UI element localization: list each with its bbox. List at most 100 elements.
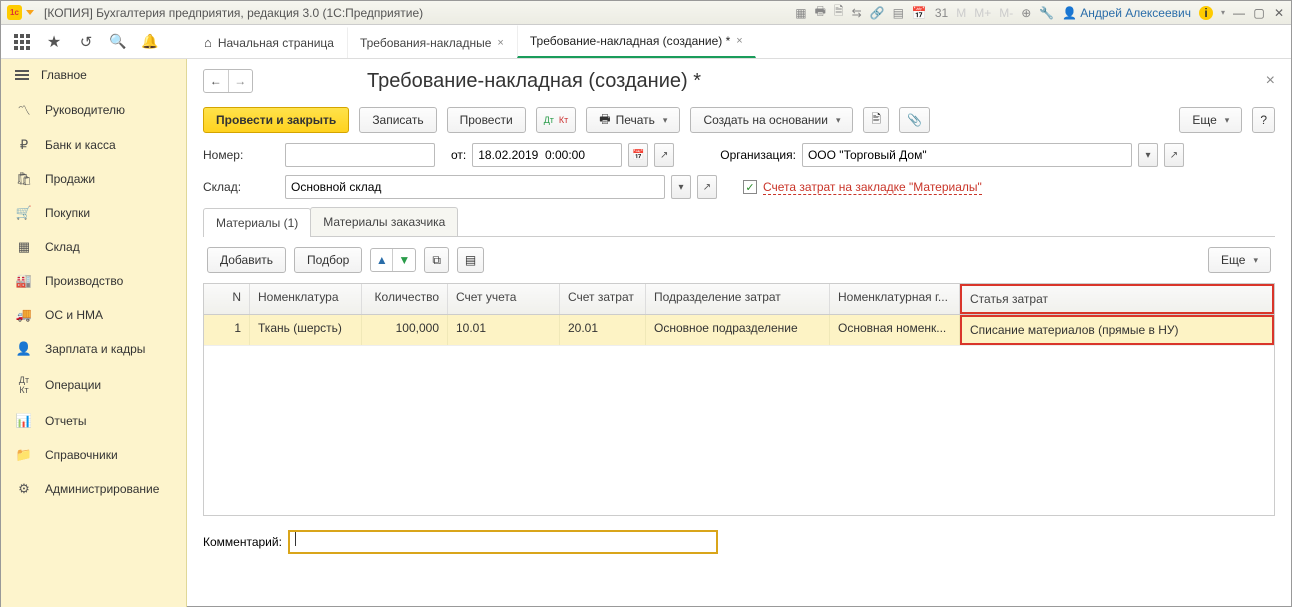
sidebar-item-operations[interactable]: ДтКтОперации	[1, 366, 186, 404]
print-icon[interactable]: 🖶	[815, 2, 826, 23]
col-header-cost-acc[interactable]: Счет затрат	[560, 284, 646, 314]
back-button[interactable]: ←	[204, 70, 229, 92]
sidebar-item-production[interactable]: 🏭Производство	[1, 264, 186, 298]
cell-nomgroup[interactable]: Основная номенк...	[830, 315, 960, 345]
m-icon[interactable]: M	[956, 6, 966, 20]
tab-close-icon[interactable]: ×	[736, 35, 742, 47]
move-up-button[interactable]: ▲	[371, 249, 393, 271]
calc-icon[interactable]: ▤	[893, 6, 904, 20]
tools-icon[interactable]: 🔧	[1039, 6, 1054, 20]
col-header-nom[interactable]: Номенклатура	[250, 284, 362, 314]
more-button[interactable]: Еще▾	[1179, 107, 1242, 133]
close-button[interactable]: ✕	[1273, 6, 1285, 20]
col-header-qty[interactable]: Количество	[362, 284, 448, 314]
sidebar-item-reports[interactable]: 📊Отчеты	[1, 404, 186, 438]
app-logo: 1c	[7, 5, 22, 20]
m-minus-icon[interactable]: M-	[999, 6, 1013, 20]
app-menu-dropdown[interactable]	[26, 10, 34, 15]
copy-button[interactable]: ⧉	[424, 247, 449, 273]
tab-close-icon[interactable]: ×	[497, 37, 503, 49]
org-open-button[interactable]: ↗	[1164, 143, 1184, 167]
info-dropdown[interactable]: ▾	[1221, 8, 1225, 17]
date-icon[interactable]: 31	[935, 6, 948, 20]
sidebar-item-sales[interactable]: 🛍Продажи	[1, 162, 186, 196]
structure-button[interactable]: 🖹	[863, 107, 889, 133]
col-header-nomgroup[interactable]: Номенклатурная г...	[830, 284, 960, 314]
add-row-button[interactable]: Добавить	[207, 247, 286, 273]
col-header-dept[interactable]: Подразделение затрат	[646, 284, 830, 314]
cell-cost-acc[interactable]: 20.01	[560, 315, 646, 345]
tab-demands[interactable]: Требования-накладные×	[347, 27, 517, 58]
help-button[interactable]: ?	[1252, 107, 1275, 133]
warehouse-dropdown-button[interactable]: ▾	[671, 175, 691, 199]
org-dropdown-button[interactable]: ▾	[1138, 143, 1158, 167]
sidebar-item-purchases[interactable]: 🛒Покупки	[1, 196, 186, 230]
expand-button[interactable]: ↗	[654, 143, 674, 167]
col-header-cost-item[interactable]: Статья затрат	[960, 284, 1274, 314]
dtk-button[interactable]: ДтКт	[536, 107, 577, 133]
maximize-button[interactable]: ▢	[1253, 6, 1265, 20]
toolbar-icon[interactable]: ▦	[795, 6, 806, 20]
sidebar-item-catalogs[interactable]: 📁Справочники	[1, 438, 186, 472]
star-icon[interactable]: ★	[45, 33, 63, 51]
cell-cost-item[interactable]: Списание материалов (прямые в НУ)	[960, 315, 1274, 345]
warehouse-open-button[interactable]: ↗	[697, 175, 717, 199]
calendar-icon[interactable]: 📅	[912, 6, 927, 20]
search-icon[interactable]: 🔍	[109, 33, 127, 51]
cost-accounts-link[interactable]: Счета затрат на закладке "Материалы"	[763, 180, 982, 195]
cell-n[interactable]: 1	[204, 315, 250, 345]
tab-home[interactable]: ⌂Начальная страница	[191, 26, 347, 58]
info-icon[interactable]: i	[1199, 6, 1213, 20]
grid-more-button[interactable]: Еще▾	[1208, 247, 1271, 273]
sidebar-item-manager[interactable]: 〽Руководителю	[1, 91, 186, 128]
minimize-button[interactable]: —	[1233, 6, 1245, 20]
cost-accounts-checkbox[interactable]: ✓	[743, 180, 757, 194]
attach-button[interactable]: 📎	[899, 107, 930, 133]
titlebar: 1c [КОПИЯ] Бухгалтерия предприятия, реда…	[1, 1, 1291, 25]
forward-button[interactable]: →	[229, 70, 253, 92]
pick-button[interactable]: Подбор	[294, 247, 362, 273]
sidebar-item-admin[interactable]: ⚙Администрирование	[1, 472, 186, 506]
close-page-button[interactable]: ×	[1266, 72, 1275, 90]
cell-dept[interactable]: Основное подразделение	[646, 315, 830, 345]
org-select[interactable]: ООО "Торговый Дом"	[802, 143, 1132, 167]
sidebar-item-payroll[interactable]: 👤Зарплата и кадры	[1, 332, 186, 366]
sidebar-item-assets[interactable]: 🚚ОС и НМА	[1, 298, 186, 332]
number-input[interactable]	[285, 143, 435, 167]
sidebar-item-bank[interactable]: ₽Банк и касса	[1, 128, 186, 162]
user-label[interactable]: 👤 Андрей Алексеевич	[1062, 6, 1191, 20]
paste-button[interactable]: ▤	[457, 247, 484, 273]
tab-materials[interactable]: Материалы (1)	[203, 208, 311, 237]
save-button[interactable]: Записать	[359, 107, 436, 133]
table-row[interactable]: 1 Ткань (шерсть) 100,000 10.01 20.01 Осн…	[204, 315, 1274, 346]
folder-icon: 📁	[15, 447, 33, 463]
history-icon[interactable]: ↺	[77, 33, 95, 51]
col-header-n[interactable]: N	[204, 284, 250, 314]
bell-icon[interactable]: 🔔	[141, 33, 159, 51]
compare-icon[interactable]: ⇆	[852, 6, 862, 20]
tab-customer-materials[interactable]: Материалы заказчика	[310, 207, 458, 236]
date-input[interactable]	[472, 143, 622, 167]
move-down-button[interactable]: ▼	[393, 249, 415, 271]
link-icon[interactable]: 🔗	[870, 6, 885, 20]
cell-nom[interactable]: Ткань (шерсть)	[250, 315, 362, 345]
comment-input[interactable]	[288, 530, 718, 554]
apps-icon[interactable]	[13, 33, 31, 51]
calendar-button[interactable]: 📅	[628, 143, 648, 167]
post-and-close-button[interactable]: Провести и закрыть	[203, 107, 349, 133]
col-header-acc[interactable]: Счет учета	[448, 284, 560, 314]
number-label: Номер:	[203, 148, 279, 162]
truck-icon: 🚚	[15, 307, 33, 323]
print-button[interactable]: 🖶Печать▾	[586, 107, 680, 133]
post-button[interactable]: Провести	[447, 107, 526, 133]
cell-acc[interactable]: 10.01	[448, 315, 560, 345]
m-plus-icon[interactable]: M+	[974, 6, 991, 20]
sidebar-item-warehouse[interactable]: ▦Склад	[1, 230, 186, 264]
tab-demand-create[interactable]: Требование-накладная (создание) *×	[517, 25, 756, 58]
cell-qty[interactable]: 100,000	[362, 315, 448, 345]
sidebar-item-main[interactable]: Главное	[1, 59, 186, 91]
warehouse-select[interactable]: Основной склад	[285, 175, 665, 199]
create-based-button[interactable]: Создать на основании▾	[690, 107, 853, 133]
zoom-icon[interactable]: ⊕	[1021, 6, 1031, 20]
doc-icon[interactable]: 🗎	[834, 2, 844, 23]
